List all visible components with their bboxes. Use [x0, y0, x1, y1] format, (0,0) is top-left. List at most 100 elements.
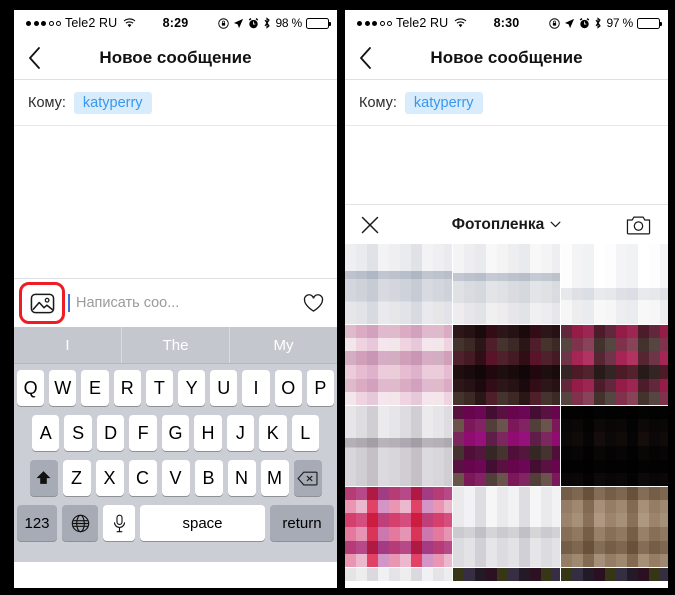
key-i[interactable]: I — [242, 370, 270, 406]
key-z[interactable]: Z — [62, 460, 91, 496]
carrier-name: Tele2 RU — [396, 16, 449, 30]
album-selector[interactable]: Фотопленка — [345, 216, 668, 234]
prediction-2[interactable]: The — [121, 327, 229, 363]
shift-up-arrow-icon — [36, 471, 51, 484]
key-g[interactable]: G — [161, 415, 190, 451]
photo-thumbnail-15[interactable] — [561, 568, 668, 581]
back-button[interactable] — [359, 46, 383, 70]
recipient-chip-katyperry[interactable]: katyperry — [73, 91, 152, 114]
numbers-key[interactable]: 123 — [17, 505, 57, 541]
message-input-bar: Написать соо... — [14, 278, 337, 327]
backspace-key[interactable] — [293, 460, 322, 496]
key-p[interactable]: P — [306, 370, 335, 406]
recipient-label: Кому: — [359, 94, 397, 111]
signal-strength-dots — [26, 20, 61, 26]
key-m[interactable]: M — [260, 460, 289, 496]
photo-thumbnail-grid — [345, 244, 668, 581]
photo-picture-icon — [30, 293, 54, 313]
key-s[interactable]: S — [64, 415, 92, 451]
photo-thumbnail-9[interactable] — [561, 406, 668, 486]
photo-thumbnail-5[interactable] — [453, 325, 560, 405]
back-button[interactable] — [28, 46, 52, 70]
bluetooth-icon — [263, 17, 271, 29]
key-v[interactable]: V — [161, 460, 190, 496]
page-title: Новое сообщение — [430, 47, 583, 67]
return-key[interactable]: return — [270, 505, 334, 541]
photo-thumbnail-4[interactable] — [345, 325, 452, 405]
alarm-clock-icon — [248, 17, 259, 29]
key-w[interactable]: W — [49, 370, 77, 406]
battery-icon — [306, 17, 331, 29]
photo-thumbnail-10[interactable] — [345, 487, 452, 567]
recipient-row[interactable]: Кому: katyperry — [345, 80, 668, 126]
navigation-bar-left: Новое сообщение — [14, 36, 337, 80]
keyboard-row-2: A S D F G H J K L — [17, 415, 334, 451]
battery-icon — [637, 17, 662, 29]
photo-thumbnail-11[interactable] — [453, 487, 560, 567]
globe-language-key[interactable] — [62, 505, 98, 541]
shift-key[interactable] — [29, 460, 58, 496]
status-bar-left: Tele2 RU 8:29 98 % — [14, 10, 337, 36]
photo-thumbnail-6[interactable] — [561, 325, 668, 405]
close-x-icon — [361, 216, 379, 233]
prediction-3[interactable]: My — [229, 327, 337, 363]
close-picker-button[interactable] — [361, 216, 379, 234]
key-b[interactable]: B — [194, 460, 223, 496]
recipient-chip-katyperry[interactable]: katyperry — [404, 91, 483, 114]
photo-thumbnail-13[interactable] — [345, 568, 452, 581]
dictation-mic-key[interactable] — [103, 505, 135, 541]
key-k[interactable]: K — [259, 415, 287, 451]
photo-thumbnail-3[interactable] — [561, 244, 668, 324]
key-y[interactable]: Y — [178, 370, 206, 406]
bluetooth-icon — [594, 17, 602, 29]
key-h[interactable]: H — [194, 415, 222, 451]
key-r[interactable]: R — [113, 370, 141, 406]
key-f[interactable]: F — [129, 415, 157, 451]
photo-thumbnail-7[interactable] — [345, 406, 452, 486]
key-l[interactable]: L — [291, 415, 319, 451]
message-input-placeholder[interactable]: Написать соо... — [76, 295, 291, 311]
key-d[interactable]: D — [96, 415, 125, 451]
status-bar-carrier-group: Tele2 RU — [26, 16, 136, 30]
message-thread-area — [345, 126, 668, 204]
recipient-label: Кому: — [28, 94, 66, 111]
keyboard-row-1: Q W E R T Y U I O P — [16, 370, 335, 406]
keyboard-row-4: 123 space return — [17, 505, 334, 541]
key-e[interactable]: E — [81, 370, 109, 406]
wifi-icon — [454, 18, 467, 28]
rotation-lock-icon — [549, 17, 561, 29]
photo-thumbnail-2[interactable] — [453, 244, 560, 324]
photo-thumbnail-1[interactable] — [345, 244, 452, 324]
photo-thumbnail-12[interactable] — [561, 487, 668, 567]
signal-strength-dots — [357, 20, 392, 26]
album-name: Фотопленка — [451, 215, 545, 233]
status-bar-indicators: 98 % — [218, 16, 331, 30]
key-a[interactable]: A — [32, 415, 60, 451]
key-t[interactable]: T — [145, 370, 173, 406]
photo-thumbnail-8[interactable] — [453, 406, 560, 486]
chevron-left-icon — [29, 46, 40, 69]
open-camera-button[interactable] — [626, 214, 652, 236]
text-cursor — [68, 294, 70, 312]
photo-attach-button[interactable] — [19, 282, 65, 324]
key-j[interactable]: J — [226, 415, 255, 451]
predictive-text-bar: I The My — [14, 327, 337, 364]
rotation-lock-icon — [218, 17, 230, 29]
phone-screen-left: Tele2 RU 8:29 98 % Новое сообщение Кому:… — [14, 10, 337, 588]
key-u[interactable]: U — [210, 370, 238, 406]
chevron-left-icon — [360, 46, 371, 69]
camera-icon — [626, 215, 651, 234]
key-q[interactable]: Q — [16, 370, 45, 406]
photo-thumbnail-14[interactable] — [453, 568, 560, 581]
key-o[interactable]: O — [274, 370, 302, 406]
space-key[interactable]: space — [140, 505, 265, 541]
like-heart-button[interactable] — [301, 291, 325, 315]
key-n[interactable]: N — [227, 460, 256, 496]
key-x[interactable]: X — [95, 460, 124, 496]
key-c[interactable]: C — [128, 460, 157, 496]
carrier-name: Tele2 RU — [65, 16, 118, 30]
wifi-icon — [123, 18, 136, 28]
prediction-1[interactable]: I — [14, 327, 121, 363]
recipient-row[interactable]: Кому: katyperry — [14, 80, 337, 126]
battery-percent-label: 97 % — [606, 16, 633, 30]
